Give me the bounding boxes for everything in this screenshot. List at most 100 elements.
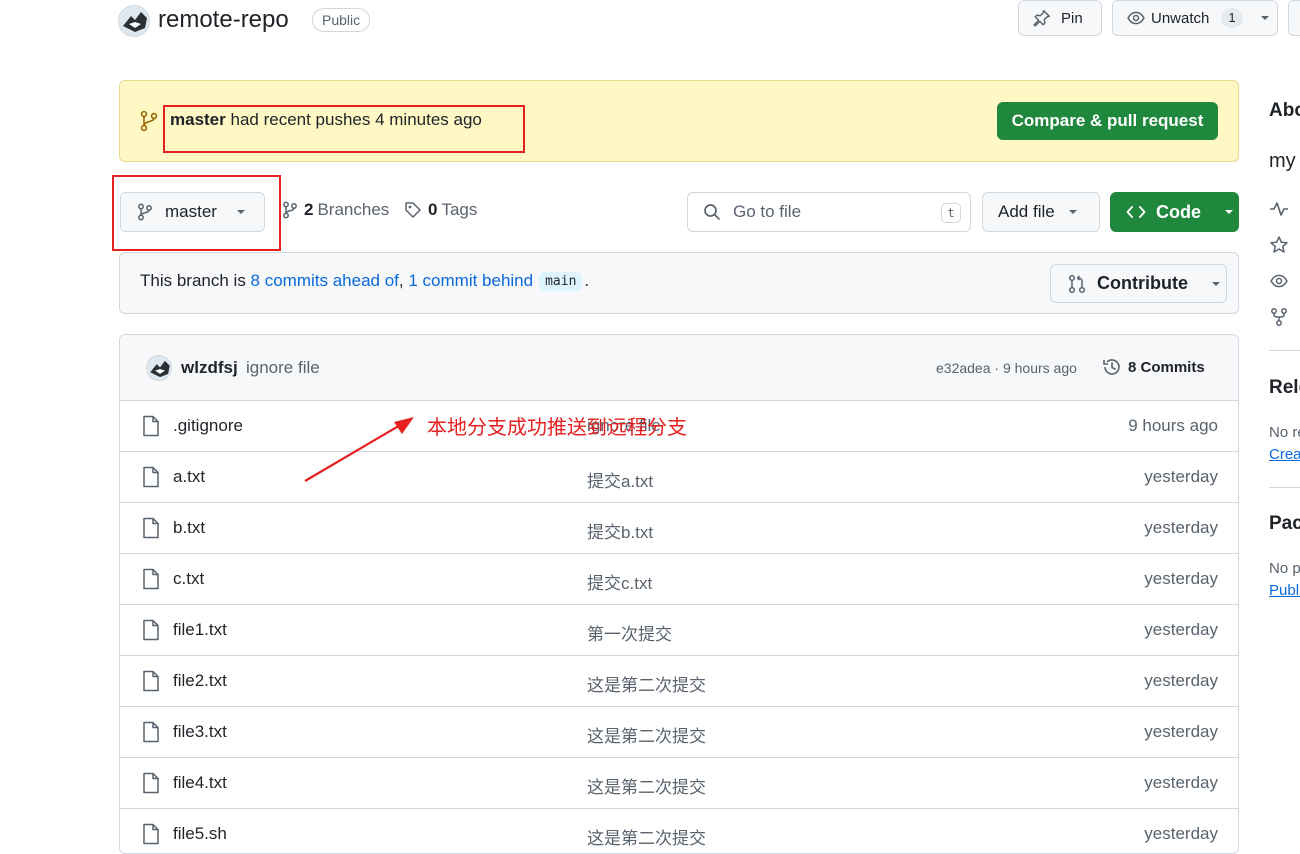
file-commit-date: yesterday [1144,722,1218,741]
pin-label: Pin [1061,9,1083,27]
code-button[interactable]: Code [1110,192,1239,232]
activity-icon[interactable] [1269,200,1289,218]
file-row[interactable]: file2.txt 这是第二次提交 yesterday [120,656,1238,707]
go-to-file-search[interactable]: t [687,192,971,232]
annotation-arrow [304,417,414,482]
base-branch-chip[interactable]: main [539,271,583,291]
commits-history-link[interactable]: 8 Commits [1102,357,1205,377]
tags-link[interactable]: 0 Tags [404,200,477,220]
repo-name-link[interactable]: remote-repo [158,6,289,34]
fork-icon[interactable] [1269,307,1289,327]
create-release-link[interactable]: Creat [1269,446,1300,463]
file-name-link[interactable]: file3.txt [173,722,227,742]
file-commit-date: yesterday [1144,569,1218,588]
packages-heading[interactable]: Pac [1269,513,1300,535]
file-commit-message-link[interactable]: 这是第二次提交 [587,773,706,798]
file-row[interactable]: b.txt 提交b.txt yesterday [120,503,1238,554]
comparison-suffix: . [584,271,590,290]
file-commit-message-link[interactable]: 提交a.txt [587,467,653,492]
compare-pull-request-button[interactable]: Compare & pull request [997,102,1218,140]
commit-author-link[interactable]: wlzdfsj [181,358,238,378]
branches-count: 2 [304,200,314,219]
file-row[interactable]: c.txt 提交c.txt yesterday [120,554,1238,605]
file-icon [142,772,160,794]
add-file-button[interactable]: Add file [982,192,1100,232]
file-commit-message-link[interactable]: 提交b.txt [587,518,653,543]
branch-icon [140,110,158,132]
keyboard-shortcut-hint: t [941,203,961,223]
file-commit-date: yesterday [1144,518,1218,537]
file-icon [142,415,160,437]
repo-owner-avatar[interactable] [118,5,150,37]
code-icon [1126,204,1146,220]
annotation-text: 本地分支成功推送到远程分支 [427,417,687,439]
file-icon [142,619,160,641]
file-commit-date: yesterday [1144,467,1218,486]
file-row[interactable]: file1.txt 第一次提交 yesterday [120,605,1238,656]
fork-button[interactable] [1288,0,1300,36]
file-commit-message-link[interactable]: 这是第二次提交 [587,671,706,696]
releases-empty-text: No re [1269,424,1300,441]
publish-package-link[interactable]: Publi [1269,582,1300,599]
file-commit-message-link[interactable]: 提交c.txt [587,569,652,594]
file-row[interactable]: file3.txt 这是第二次提交 yesterday [120,707,1238,758]
file-icon [142,466,160,488]
branches-link[interactable]: 2 Branches [282,200,389,220]
pull-request-icon [1067,274,1087,294]
file-row[interactable]: a.txt 提交a.txt yesterday [120,452,1238,503]
file-icon [142,517,160,539]
file-commit-date: yesterday [1144,773,1218,792]
branch-comparison-text: This branch is 8 commits ahead of , 1 co… [140,271,589,291]
commit-message-link[interactable]: ignore file [246,358,320,378]
tags-count: 0 [428,200,438,219]
file-commit-message-link[interactable]: 这是第二次提交 [587,722,706,747]
releases-heading[interactable]: Rele [1269,377,1300,399]
tags-label: Tags [441,200,478,219]
file-commit-date: yesterday [1144,620,1218,639]
commit-author-avatar[interactable] [146,355,172,381]
pin-icon [1033,9,1051,27]
packages-empty-text: No p [1269,560,1300,577]
about-description: my [1269,150,1296,172]
commits-count-label: 8 Commits [1128,358,1205,376]
unwatch-label: Unwatch [1151,9,1210,27]
search-icon [703,203,721,221]
file-name-link[interactable]: file5.sh [173,824,227,844]
file-icon [142,670,160,692]
file-icon [142,721,160,743]
chevron-down-icon [1223,206,1235,218]
contribute-button[interactable]: Contribute [1050,264,1227,303]
file-name-link[interactable]: .gitignore [173,416,243,436]
about-heading: Abo [1269,100,1300,121]
code-label: Code [1156,201,1201,222]
file-commit-message-link[interactable]: 这是第二次提交 [587,824,706,849]
file-name-link[interactable]: file4.txt [173,773,227,793]
chevron-down-icon [1067,206,1079,218]
file-name-link[interactable]: file1.txt [173,620,227,640]
file-icon [142,823,160,845]
commit-hash-time[interactable]: e32adea · 9 hours ago [936,360,1077,376]
watch-count: 1 [1221,8,1243,28]
file-name-link[interactable]: b.txt [173,518,205,538]
sidebar-divider [1269,487,1300,488]
file-name-link[interactable]: file2.txt [173,671,227,691]
file-commit-message-link[interactable]: 第一次提交 [587,620,672,645]
add-file-label: Add file [998,202,1055,221]
pin-button[interactable]: Pin [1018,0,1102,36]
latest-commit-header: wlzdfsj ignore file e32adea · 9 hours ag… [120,335,1238,401]
visibility-badge: Public [312,8,371,32]
eye-icon [1127,9,1145,27]
file-commit-date: yesterday [1144,671,1218,690]
commits-behind-link[interactable]: 1 commit behind [408,271,533,291]
file-name-link[interactable]: c.txt [173,569,204,589]
file-name-link[interactable]: a.txt [173,467,205,487]
commits-ahead-link[interactable]: 8 commits ahead of [251,271,399,291]
eye-icon[interactable] [1269,272,1289,290]
sidebar-divider [1269,350,1300,351]
go-to-file-input[interactable] [733,202,923,222]
unwatch-button[interactable]: Unwatch 1 [1112,0,1278,36]
annotation-box-push-message [163,105,525,153]
file-row[interactable]: file4.txt 这是第二次提交 yesterday [120,758,1238,809]
star-icon[interactable] [1269,235,1289,255]
chevron-down-icon [1210,278,1222,290]
